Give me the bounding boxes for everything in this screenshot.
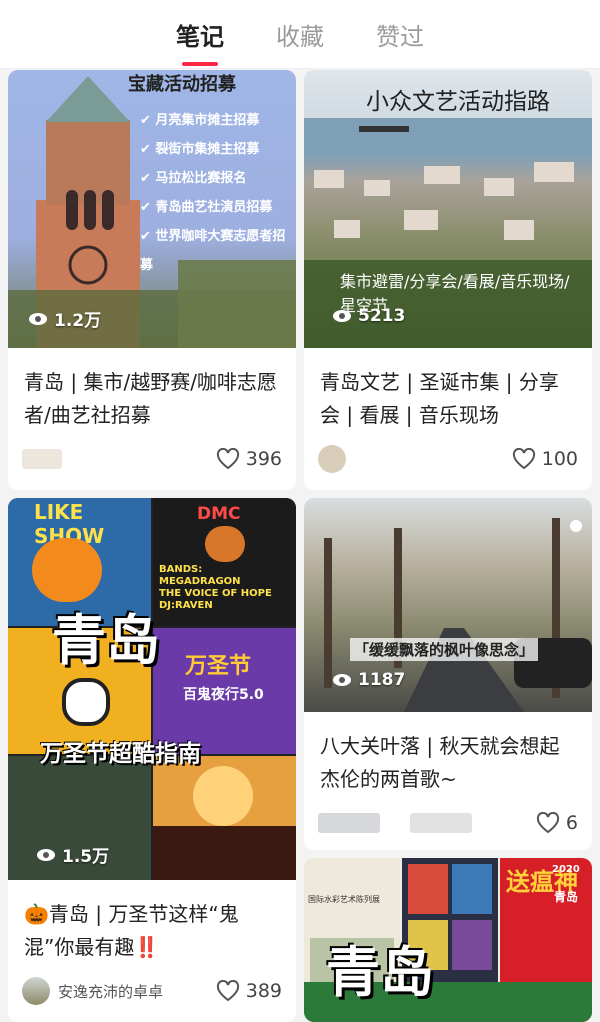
tab-liked[interactable]: 赞过 xyxy=(374,11,426,58)
note-meta: 安逸充沛的卓卓 389 xyxy=(22,976,282,1006)
note-title: 青岛文艺 | 圣诞市集 | 分享会 | 看展 | 音乐现场 xyxy=(320,370,559,427)
like-button[interactable]: 389 xyxy=(216,980,282,1002)
view-count: 1.5万 xyxy=(36,842,109,867)
view-count: 1187 xyxy=(332,670,405,690)
note-meta: 396 xyxy=(22,444,282,474)
eye-icon xyxy=(37,848,55,861)
cover-list-item: ✔ 世界咖啡大赛志愿者招募 xyxy=(140,229,286,273)
like-button[interactable]: 100 xyxy=(512,448,578,470)
cover-list-item: ✔ 青岛曲艺社演员招募 xyxy=(140,200,273,215)
note-card[interactable]: 「缓缓飘落的枫叶像思念」 1187 八大关叶落 | 秋天就会想起杰伦的两首歌~ … xyxy=(304,498,592,850)
note-cover-image: LIKE SHOW DMC BANDS: MEGADRAGON THE VOIC… xyxy=(8,498,296,880)
note-cover-image: 小众文艺活动指路 集市避雷/分享会/看展/音乐现场/星空节 5213 xyxy=(304,70,592,348)
eye-icon xyxy=(29,312,47,325)
tab-notes[interactable]: 笔记 xyxy=(174,11,226,66)
note-meta: 100 xyxy=(318,444,578,474)
note-cover-image: 宝藏活动招募 ✔ 月亮集市摊主招募 ✔ 裂街市集摊主招募 ✔ 马拉松比赛报名 ✔… xyxy=(8,70,296,348)
cover-heading: 宝藏活动招募 xyxy=(128,74,236,95)
view-count: 5213 xyxy=(332,306,405,326)
note-card[interactable]: 宝藏活动招募 ✔ 月亮集市摊主招募 ✔ 裂街市集摊主招募 ✔ 马拉松比赛报名 ✔… xyxy=(8,70,296,490)
author-name[interactable]: 安逸充沛的卓卓 xyxy=(58,981,163,1002)
note-cover-image: 国际水彩艺术陈列展 送瘟神 青岛 2020 青岛 xyxy=(304,858,592,1022)
profile-tab-bar: 笔记 收藏 赞过 xyxy=(0,0,600,69)
like-button[interactable]: 6 xyxy=(536,812,578,834)
eye-icon xyxy=(333,310,351,322)
cover-list-item: ✔ 马拉松比赛报名 xyxy=(140,171,247,186)
eye-icon xyxy=(333,674,351,686)
view-count: 1.2万 xyxy=(28,306,101,331)
heart-icon xyxy=(536,812,559,834)
note-title: 🎃青岛 | 万圣节这样“鬼混”你最有趣‼️ xyxy=(24,902,239,959)
note-title: 八大关叶落 | 秋天就会想起杰伦的两首歌~ xyxy=(320,734,560,791)
cover-list-item: ✔ 月亮集市摊主招募 xyxy=(140,113,260,128)
heart-icon xyxy=(512,448,535,470)
poster-dmc: DMC BANDS: MEGADRAGON THE VOICE OF HOPE … xyxy=(153,498,296,626)
note-card[interactable]: LIKE SHOW DMC BANDS: MEGADRAGON THE VOIC… xyxy=(8,498,296,1022)
avatar[interactable] xyxy=(22,449,62,469)
avatar[interactable] xyxy=(22,977,50,1005)
avatar[interactable] xyxy=(318,813,380,833)
like-button[interactable]: 396 xyxy=(216,448,282,470)
cover-big-text: 青岛 xyxy=(52,609,160,672)
avatar[interactable] xyxy=(318,445,346,473)
tab-collections[interactable]: 收藏 xyxy=(274,11,326,58)
cover-list: ✔ 月亮集市摊主招募 ✔ 裂街市集摊主招募 ✔ 马拉松比赛报名 ✔ 青岛曲艺社演… xyxy=(140,106,296,280)
note-cover-image: 「缓缓飘落的枫叶像思念」 1187 xyxy=(304,498,592,712)
note-card[interactable]: 国际水彩艺术陈列展 送瘟神 青岛 2020 青岛 xyxy=(304,858,592,1022)
cover-big-text: 青岛 xyxy=(326,941,434,1004)
note-card[interactable]: 小众文艺活动指路 集市避雷/分享会/看展/音乐现场/星空节 5213 青岛文艺 … xyxy=(304,70,592,490)
cover-caption: 「缓缓飘落的枫叶像思念」 xyxy=(350,638,539,661)
poster-moon xyxy=(153,756,296,880)
cover-subtitle: 万圣节超酷指南 xyxy=(40,741,201,767)
heart-icon xyxy=(216,448,239,470)
note-title: 青岛 | 集市/越野赛/咖啡志愿者/曲艺社招募 xyxy=(24,370,277,427)
note-meta: 6 xyxy=(318,808,578,838)
heart-icon xyxy=(216,980,239,1002)
cover-list-item: ✔ 裂街市集摊主招募 xyxy=(140,142,260,157)
author-name[interactable] xyxy=(410,813,472,833)
cover-heading: 小众文艺活动指路 xyxy=(366,89,550,115)
